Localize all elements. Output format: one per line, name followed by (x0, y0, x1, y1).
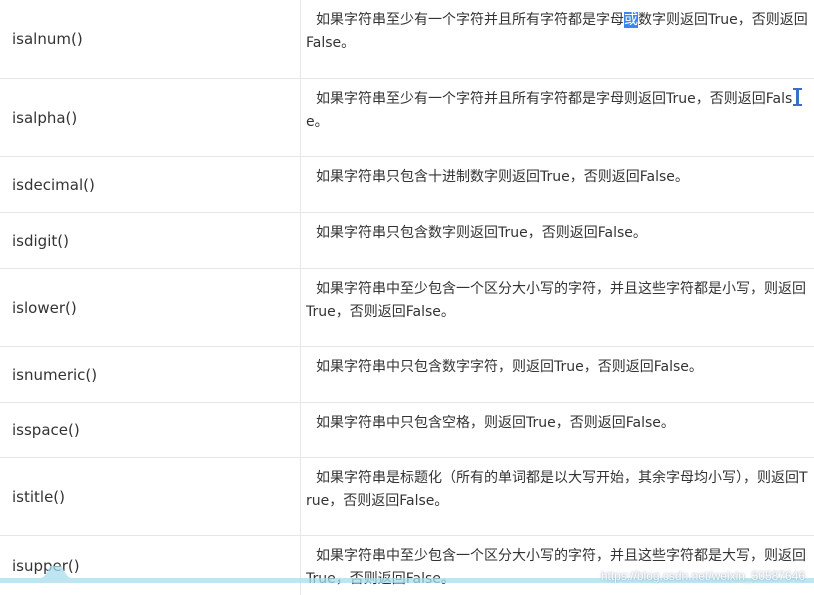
method-description: 如果字符串只包含数字则返回True，否则返回False。 (316, 225, 647, 241)
method-name: isalnum() (0, 0, 301, 78)
method-description: 如果字符串是标题化（所有的单词都是以大写开始，其余字母均小写），则返回True，… (306, 470, 808, 509)
selected-text: 或 (624, 12, 638, 28)
method-name: isspace() (0, 403, 301, 457)
description-text: 如果字符串至少有一个字符并且所有字符都是字母 (316, 12, 624, 28)
method-name: isdigit() (0, 213, 301, 268)
method-description: 如果字符串中至少包含一个区分大小写的字符，并且这些字符都是大写，则返回True，… (306, 548, 806, 587)
method-name: islower() (0, 269, 301, 346)
string-methods-table: isalnum() 如果字符串至少有一个字符并且所有字符都是字母或数字则返回Tr… (0, 0, 814, 595)
method-name: isalpha() (0, 79, 301, 156)
text-cursor-icon (793, 88, 803, 106)
table-row: isupper() 如果字符串中至少包含一个区分大小写的字符，并且这些字符都是大… (0, 536, 814, 595)
table-row: isnumeric() 如果字符串中只包含数字字符，则返回True，否则返回Fa… (0, 347, 814, 403)
method-name: isdecimal() (0, 157, 301, 212)
table-row: isalnum() 如果字符串至少有一个字符并且所有字符都是字母或数字则返回Tr… (0, 0, 814, 79)
method-name: isupper() (0, 536, 301, 595)
table-row: isalpha() 如果字符串至少有一个字符并且所有字符都是字母则返回True，… (0, 79, 814, 157)
method-description: 如果字符串中至少包含一个区分大小写的字符，并且这些字符都是小写，则返回True，… (306, 281, 806, 320)
method-description: 如果字符串只包含十进制数字则返回True，否则返回False。 (316, 169, 689, 185)
method-description: 如果字符串中只包含空格，则返回True，否则返回False。 (316, 415, 675, 431)
method-description: 如果字符串至少有一个字符并且所有字符都是字母或数字则返回True，否则返回Fal… (301, 0, 814, 78)
table-row: istitle() 如果字符串是标题化（所有的单词都是以大写开始，其余字母均小写… (0, 458, 814, 536)
table-row: islower() 如果字符串中至少包含一个区分大小写的字符，并且这些字符都是小… (0, 269, 814, 347)
method-name: isnumeric() (0, 347, 301, 402)
table-row: isdigit() 如果字符串只包含数字则返回True，否则返回False。 (0, 213, 814, 269)
method-name: istitle() (0, 458, 301, 535)
method-description: 如果字符串至少有一个字符并且所有字符都是字母则返回True，否则返回Fals e。 (301, 79, 814, 156)
method-description: 如果字符串中只包含数字字符，则返回True，否则返回False。 (316, 359, 703, 375)
table-row: isspace() 如果字符串中只包含空格，则返回True，否则返回False。 (0, 403, 814, 458)
watermark-url: https://blog.csdn.net/weixin_50587646 (600, 569, 805, 583)
description-text: e。 (306, 114, 329, 130)
table-row: isdecimal() 如果字符串只包含十进制数字则返回True，否则返回Fal… (0, 157, 814, 213)
description-text: 如果字符串至少有一个字符并且所有字符都是字母则返回True，否则返回Fals (316, 91, 793, 107)
